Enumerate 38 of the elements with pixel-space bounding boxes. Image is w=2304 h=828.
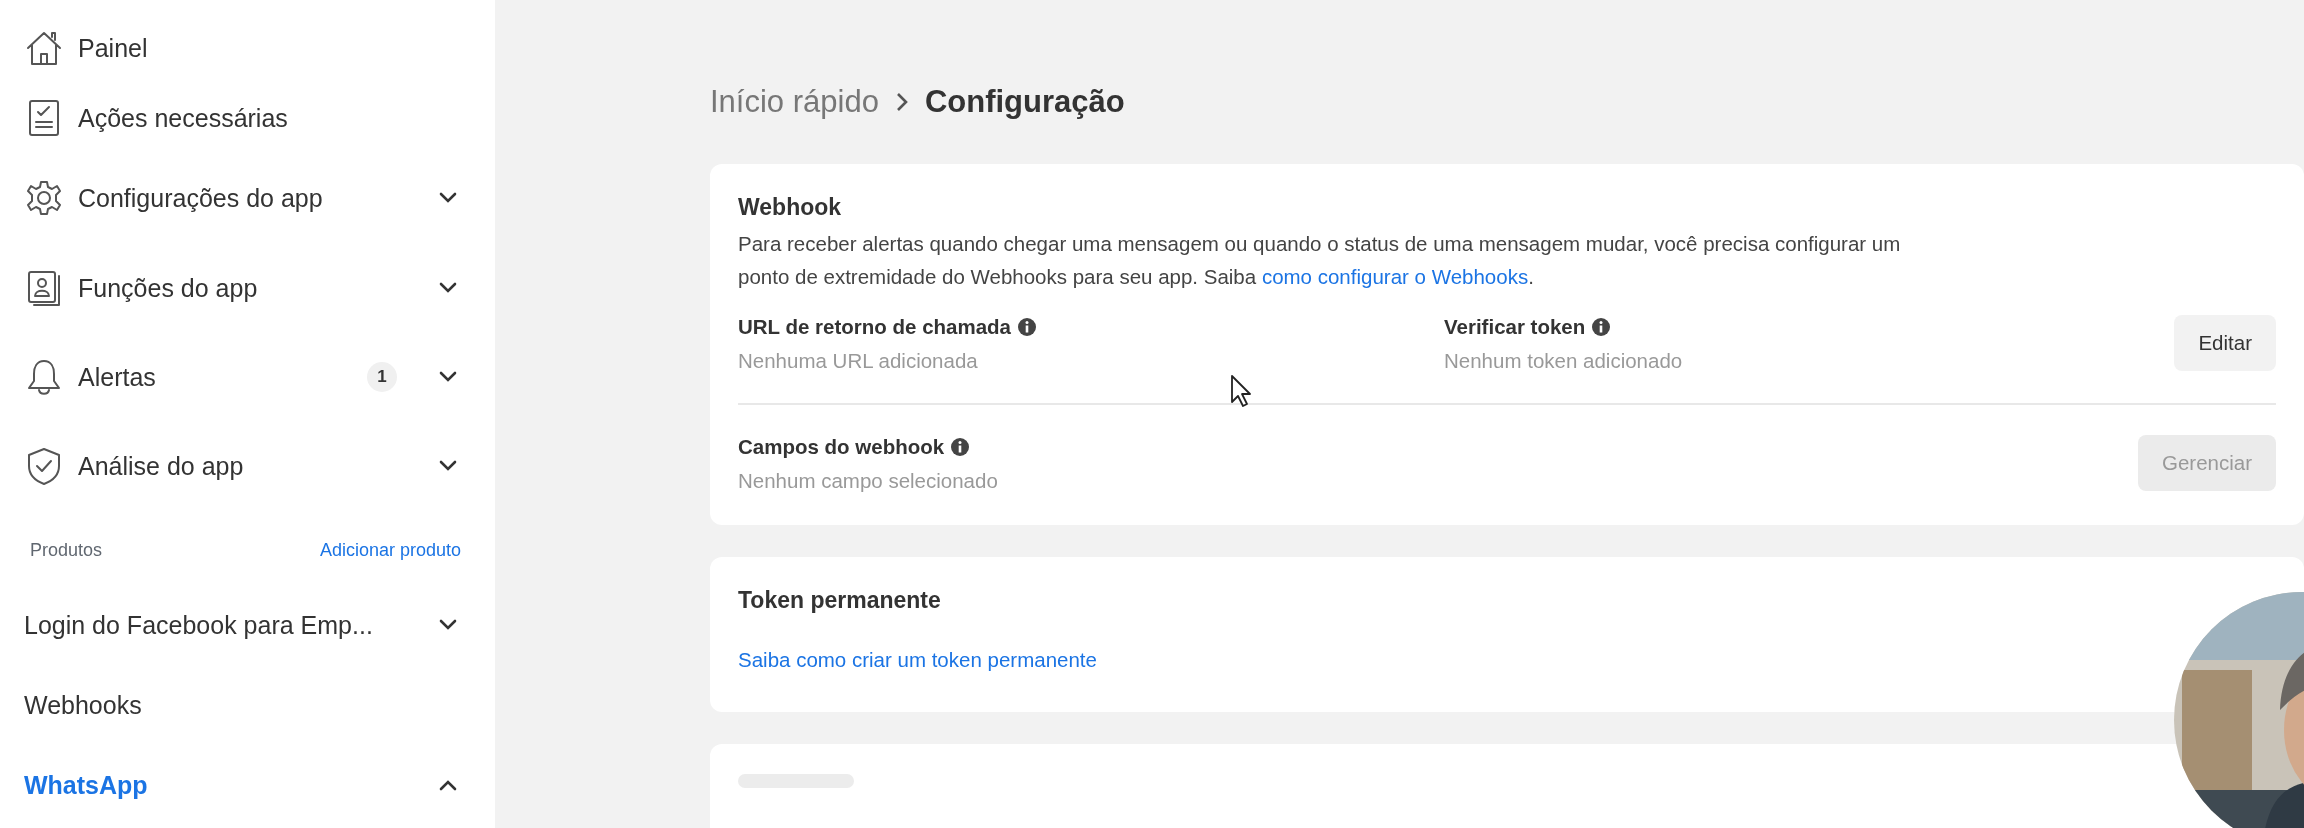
info-icon[interactable] [1591,317,1612,337]
chevron-down-icon[interactable] [439,460,457,472]
card-title: Webhook [738,194,843,221]
edit-button[interactable]: Editar [2174,315,2276,371]
product-item[interactable]: Webhooks [24,690,142,720]
card-description: Para receber alertas quando chegar uma mensagem ou quando o status de uma mensagem mudar, você precisa configurar um ponto de extremidade do Webhooks para seu app. Saiba como configurar o Webhooks. [738,231,1902,290]
product-item[interactable]: Login do Facebook para Emp... [24,610,373,640]
chevron-down-icon[interactable] [439,282,457,294]
info-icon[interactable] [950,437,971,457]
help-link[interactable]: como configurar o Webhooks [1261,265,1529,288]
chevron-down-icon[interactable] [439,371,457,383]
breadcrumb-item: Configuração [924,84,1125,120]
field-value: Nenhum campo selecionado [738,469,999,493]
breadcrumb-item[interactable]: Início rápido [710,84,879,120]
sidebar-item[interactable]: Ações necessárias [78,103,288,133]
help-link[interactable]: Saiba como criar um token permanente [738,648,1097,671]
settings-icon [24,178,64,218]
chevron-down-icon[interactable] [439,619,457,631]
chevron-down-icon[interactable] [439,192,457,204]
sidebar-item[interactable]: Análise do app [78,451,244,481]
field-label: Verificar token [1444,315,1586,339]
field-value: Nenhum token adicionado [1444,349,1684,373]
card-title: Token permanente [738,587,942,614]
chevron-up-icon[interactable] [439,779,457,791]
sidebar-item[interactable]: Configurações do app [78,183,323,213]
sidebar-item[interactable]: Painel [78,33,148,63]
cursor-icon [1230,374,1252,408]
chevron-right-icon [894,91,909,113]
count-badge: 1 [367,362,397,392]
section-label: Produtos [30,540,103,561]
sidebar-item[interactable]: Funções do app [78,273,258,303]
field-value: Nenhuma URL adicionada [738,349,979,373]
sidebar-item[interactable]: Alertas [78,362,156,392]
product-item[interactable]: WhatsApp [24,770,148,800]
field-label: URL de retorno de chamada [738,315,1012,339]
info-icon[interactable] [1017,317,1038,337]
add-product-link[interactable]: Adicionar produto [319,540,461,561]
field-label: Campos do webhook [738,435,945,459]
